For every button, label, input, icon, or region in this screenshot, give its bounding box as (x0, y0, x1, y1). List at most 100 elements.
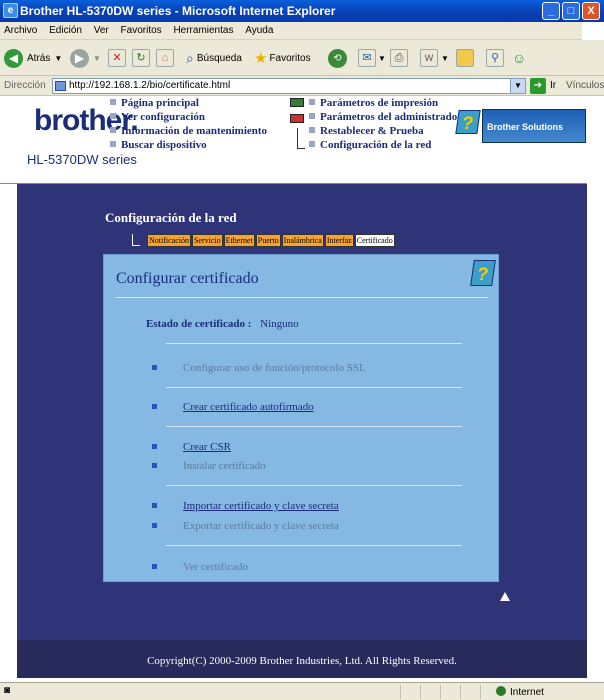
bullet-icon (152, 404, 157, 409)
item-ver-certificado: Ver certificado (152, 561, 248, 573)
tab-ethernet[interactable]: Ethernet (223, 234, 255, 247)
nav-configuracion-red[interactable]: Configuración de la red (309, 139, 431, 152)
chevron-down-icon: ▼ (378, 53, 386, 63)
model-name: HL-5370DW series (27, 152, 137, 167)
section-title: Configuración de la red (105, 210, 237, 225)
menu-edicion[interactable]: Edición (45, 22, 87, 36)
main-content: Configuración de la red Notificación Ser… (17, 184, 587, 640)
toolbar: ◀ Atrás ▼ ▶ ▼ ✕ ↻ ⌂ ⌕ Búsqueda ★ Favorit… (0, 40, 604, 76)
go-button[interactable]: Ir (550, 80, 556, 91)
stop-button[interactable]: ✕ (108, 48, 126, 68)
folder-icon (456, 49, 474, 67)
nav-pagina-principal[interactable]: Página principal (110, 97, 199, 110)
certificate-status: Estado de certificado : Ninguno (146, 318, 299, 330)
forward-button[interactable]: ▶ ▼ (70, 48, 101, 68)
mail-icon: ✉ (358, 49, 376, 67)
bullet-icon (110, 113, 116, 119)
zone-indicator: Internet (496, 686, 544, 698)
edit-button[interactable]: W ▼ (420, 48, 449, 68)
tab-interfaz[interactable]: Interfaz (324, 234, 354, 247)
help-icon[interactable]: ? (455, 110, 481, 134)
bullet-icon (152, 444, 157, 449)
history-button[interactable]: ⟲ (328, 48, 347, 68)
maximize-button[interactable]: □ (562, 2, 580, 20)
address-dropdown-icon[interactable]: ▼ (510, 79, 525, 93)
tab-inalambrica[interactable]: Inalámbrica (281, 234, 324, 247)
refresh-button[interactable]: ↻ (132, 48, 150, 68)
item-instalar-certificado: Instalar certificado (152, 460, 266, 472)
certificate-panel: Configurar certificado ? Estado de certi… (103, 254, 499, 582)
research-icon: ⚲ (486, 49, 504, 67)
chevron-down-icon: ▼ (54, 53, 63, 63)
stop-icon: ✕ (108, 49, 126, 67)
bullet-icon (309, 99, 315, 105)
tab-notificacion[interactable]: Notificación (147, 234, 191, 247)
chevron-down-icon: ▼ (441, 53, 449, 63)
menu-ver[interactable]: Ver (90, 22, 114, 36)
back-button[interactable]: ◀ Atrás ▼ (4, 48, 62, 68)
address-input[interactable]: http://192.168.1.2/bio/certificate.html … (52, 78, 526, 94)
link-crear-certificado-autofirmado[interactable]: Crear certificado autofirmado (152, 401, 314, 413)
divider (166, 485, 462, 486)
nav-buscar-dispositivo[interactable]: Buscar dispositivo (110, 139, 207, 152)
nav-parametros-administrador[interactable]: Parámetros del administrador (309, 111, 462, 124)
history-icon: ⟲ (328, 48, 347, 68)
status-cell (460, 685, 480, 699)
tree-line (297, 148, 305, 149)
star-icon: ★ (254, 50, 268, 67)
tab-certificado[interactable]: Certificado (354, 234, 395, 247)
go-arrow-icon[interactable]: ➔ (530, 78, 546, 94)
window-title: Brother HL-5370DW series - Microsoft Int… (20, 4, 336, 18)
close-button[interactable]: X (582, 2, 600, 20)
favorites-button[interactable]: ★ Favoritos (254, 48, 311, 68)
print-button[interactable]: ⎙ (390, 48, 408, 68)
minimize-button[interactable]: _ (542, 2, 560, 20)
tab-servicio[interactable]: Servicio (191, 234, 223, 247)
right-margin (587, 96, 604, 678)
status-label: Estado de certificado : (146, 318, 252, 330)
print-icon: ⎙ (390, 49, 408, 67)
refresh-icon: ↻ (132, 49, 150, 67)
address-bar: Dirección http://192.168.1.2/bio/certifi… (0, 76, 604, 96)
discuss-button[interactable] (456, 48, 474, 68)
network-tabs: Notificación Servicio Ethernet Puerto In… (147, 234, 395, 247)
divider (166, 426, 462, 427)
nav-restablecer-prueba[interactable]: Restablecer & Prueba (309, 125, 424, 138)
status-cell (420, 685, 440, 699)
forward-arrow-icon: ▶ (70, 48, 89, 68)
bullet-icon (152, 365, 157, 370)
brother-solutions-center-button[interactable]: Brother Solutions Center (482, 109, 586, 166)
menu-bar: Archivo Edición Ver Favoritos Herramient… (0, 22, 604, 40)
help-icon[interactable]: ? (470, 260, 496, 286)
favorites-label: Favoritos (269, 52, 311, 64)
footer: Copyright(C) 2000-2009 Brother Industrie… (17, 640, 587, 678)
page-icon (55, 81, 66, 91)
menu-archivo[interactable]: Archivo (0, 22, 42, 36)
home-icon: ⌂ (156, 49, 174, 67)
nav-informacion-mantenimiento[interactable]: Información de mantenimiento (110, 125, 267, 138)
address-label: Dirección (4, 80, 46, 91)
search-button[interactable]: ⌕ Búsqueda (186, 48, 242, 68)
home-button[interactable]: ⌂ (156, 48, 174, 68)
menu-herramientas[interactable]: Herramientas (169, 22, 238, 36)
address-url: http://192.168.1.2/bio/certificate.html (69, 80, 231, 91)
divider (116, 297, 488, 298)
mail-button[interactable]: ✉ ▼ (358, 48, 386, 68)
back-label: Atrás (27, 52, 51, 64)
research-button[interactable]: ⚲ (486, 48, 504, 68)
messenger-button[interactable]: ☺ (512, 48, 526, 68)
menu-favoritos[interactable]: Favoritos (117, 22, 167, 36)
bullet-icon (309, 127, 315, 133)
bullet-icon (110, 127, 116, 133)
nav-ver-configuracion[interactable]: Ver configuración (110, 111, 205, 124)
links-button[interactable]: Vínculos (566, 80, 604, 91)
link-importar-certificado[interactable]: Importar certificado y clave secreta (152, 500, 339, 512)
nav-parametros-impresion[interactable]: Parámetros de impresión (309, 97, 438, 110)
scroll-to-top-icon[interactable] (500, 592, 510, 601)
ie-icon: e (3, 3, 18, 18)
tab-puerto[interactable]: Puerto (255, 234, 281, 247)
panel-title: Configurar certificado (116, 270, 259, 287)
link-crear-csr[interactable]: Crear CSR (152, 441, 231, 453)
status-value: Ninguno (260, 318, 299, 330)
menu-ayuda[interactable]: Ayuda (241, 22, 278, 36)
